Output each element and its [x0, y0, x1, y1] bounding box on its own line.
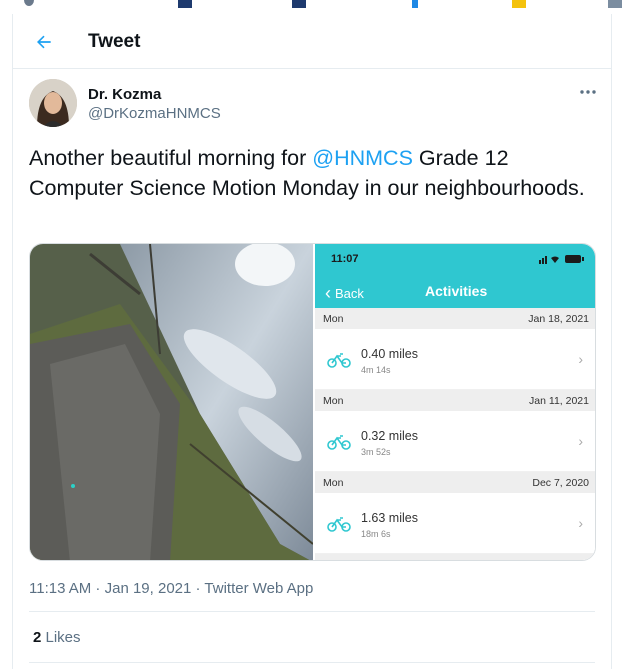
activity-day: Mon — [323, 477, 344, 489]
source-app-link[interactable]: Twitter Web App — [204, 580, 313, 597]
page-title: Tweet — [88, 31, 141, 52]
activity-date: Jan 11, 2021 — [529, 395, 589, 407]
bike-icon — [327, 353, 351, 368]
activity-duration: 18m 6s — [361, 529, 391, 539]
photo-activities-screenshot[interactable]: 11:07 ‹ Back Activities Mon Jan 18, 2021… — [315, 244, 595, 560]
tweet-meta: 11:13 AM · Jan 19, 2021 · Twitter Web Ap… — [29, 580, 313, 597]
phone-status-bar: 11:07 — [315, 244, 595, 276]
author-handle[interactable]: @DrKozmaHNMCS — [88, 105, 221, 122]
chevron-right-icon: › — [578, 433, 583, 449]
activity-miles: 0.32 miles — [361, 429, 418, 443]
activity-day: Mon — [323, 313, 344, 325]
divider — [29, 662, 595, 663]
phone-time: 11:07 — [331, 253, 359, 265]
phone-title: Activities — [425, 283, 488, 299]
divider — [29, 611, 595, 612]
phone-back-button: ‹ Back — [325, 283, 364, 304]
author-name[interactable]: Dr. Kozma — [88, 86, 161, 103]
tweet-column: Tweet Dr. Kozma @DrKozmaHNMCS Another be… — [12, 14, 612, 669]
likes-link[interactable]: 2 Likes — [33, 629, 81, 646]
avatar[interactable] — [29, 79, 77, 127]
activity-day: Mon — [323, 395, 344, 407]
activity-miles: 0.40 miles — [361, 347, 418, 361]
activity-date: Jan 18, 2021 — [528, 313, 589, 325]
activity-miles: 1.63 miles — [361, 511, 418, 525]
signal-wifi-battery-icon — [539, 255, 584, 264]
tweet-date[interactable]: Jan 19, 2021 — [105, 580, 192, 597]
activity-item: Mon Jan 18, 2021 0.40 miles 4m 14s › — [315, 308, 595, 390]
activity-item: Mon Dec 7, 2020 1.63 miles 18m 6s › — [315, 472, 595, 554]
chevron-right-icon: › — [578, 515, 583, 531]
tweet-time[interactable]: 11:13 AM — [29, 580, 91, 597]
likes-label: Likes — [41, 629, 81, 646]
arrow-left-icon — [37, 35, 51, 49]
phone-back-label: Back — [335, 286, 364, 301]
more-options-button[interactable] — [575, 82, 601, 102]
mention-link[interactable]: @HNMCS — [312, 146, 413, 170]
back-button[interactable] — [29, 27, 59, 57]
media-grid: 11:07 ‹ Back Activities Mon Jan 18, 2021… — [29, 243, 596, 561]
meta-separator: · — [191, 580, 205, 597]
tweet-text-before: Another beautiful morning for — [29, 146, 313, 170]
activity-duration: 3m 52s — [361, 447, 391, 457]
browser-bookmark-strip — [0, 0, 637, 14]
phone-nav-bar: ‹ Back Activities — [315, 276, 595, 308]
activity-item: Mon Jan 11, 2021 0.32 miles 3m 52s › — [315, 390, 595, 472]
photo-path[interactable] — [30, 244, 313, 560]
bike-icon — [327, 435, 351, 450]
tweet-text: Another beautiful morning for @HNMCS Gra… — [29, 144, 594, 203]
meta-separator: · — [91, 580, 105, 597]
activity-duration: 4m 14s — [361, 365, 391, 375]
chevron-left-icon: ‹ — [325, 283, 331, 303]
activity-date: Dec 7, 2020 — [532, 477, 589, 489]
page-header: Tweet — [13, 14, 611, 69]
bike-icon — [327, 517, 351, 532]
more-icon — [580, 90, 596, 94]
activity-next-header — [315, 554, 595, 560]
chevron-right-icon: › — [578, 351, 583, 367]
